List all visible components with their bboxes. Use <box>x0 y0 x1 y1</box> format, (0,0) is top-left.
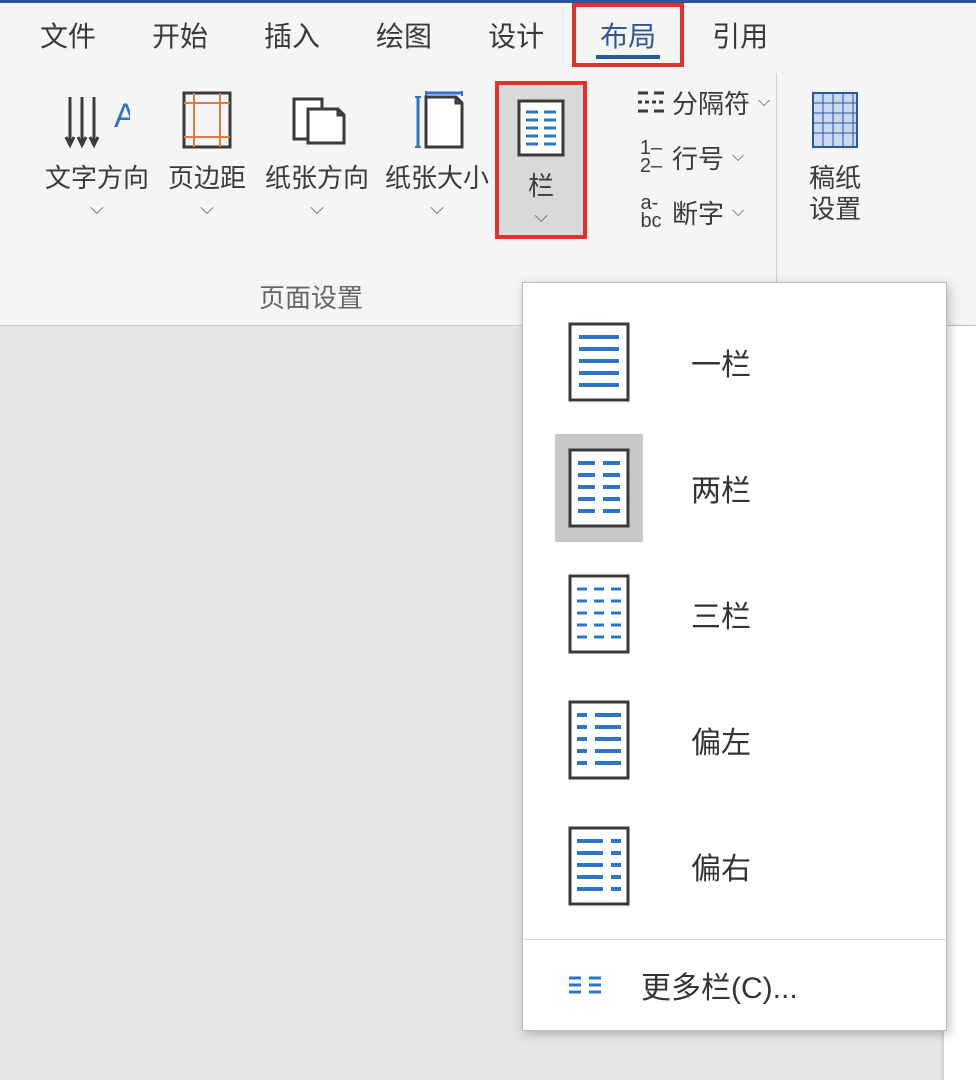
chevron-down-icon: ⌵ <box>200 198 214 219</box>
tab-insert[interactable]: 插入 <box>236 3 348 67</box>
hyphenation-icon: a-bc <box>630 194 672 230</box>
hyphenation-button[interactable]: a-bc 断字 ⌵ <box>630 187 770 237</box>
tab-references[interactable]: 引用 <box>684 3 796 67</box>
chevron-down-icon: ⌵ <box>758 93 770 111</box>
line-numbers-icon: 1–2– <box>630 139 672 175</box>
columns-label: 栏 <box>528 171 554 202</box>
tab-design[interactable]: 设计 <box>460 3 572 67</box>
columns-option-right[interactable]: 偏右 <box>523 803 946 929</box>
columns-option-three[interactable]: 三栏 <box>523 551 946 677</box>
hyphenation-label: 断字 <box>672 194 724 231</box>
columns-dropdown: 一栏 两栏 <box>522 282 947 1031</box>
size-button[interactable]: 纸张大小 ⌵ <box>377 83 497 219</box>
columns-option-left[interactable]: 偏左 <box>523 677 946 803</box>
margins-icon <box>180 83 234 157</box>
tab-draw[interactable]: 绘图 <box>348 3 460 67</box>
margins-label: 页边距 <box>168 163 246 194</box>
columns-option-two[interactable]: 两栏 <box>523 425 946 551</box>
line-numbers-button[interactable]: 1–2– 行号 ⌵ <box>630 132 770 182</box>
more-columns-icon <box>567 973 603 997</box>
columns-one-icon <box>555 308 643 416</box>
document-page-edge <box>944 326 976 1080</box>
columns-right-icon <box>555 812 643 920</box>
breaks-icon <box>630 87 672 117</box>
columns-button[interactable]: 栏 ⌵ <box>497 83 585 237</box>
manuscript-paper-button[interactable]: 稿纸 设置 <box>795 83 875 225</box>
size-label: 纸张大小 <box>385 163 489 194</box>
columns-two-label: 两栏 <box>691 466 751 510</box>
text-direction-icon: A <box>64 83 130 157</box>
tab-home[interactable]: 开始 <box>124 3 236 67</box>
chevron-down-icon: ⌵ <box>732 148 744 166</box>
ribbon: 文件 开始 插入 绘图 设计 布局 引用 <box>0 0 976 326</box>
page-setup-small-stack: 分隔符 ⌵ 1–2– 行号 ⌵ a-bc 断字 ⌵ <box>622 67 776 237</box>
manuscript-paper-icon <box>809 83 861 157</box>
tab-file[interactable]: 文件 <box>12 3 124 67</box>
columns-left-icon <box>555 686 643 794</box>
text-direction-button[interactable]: A 文字方向 ⌵ <box>37 83 157 219</box>
columns-more-label: 更多栏(C)... <box>641 963 798 1007</box>
chevron-down-icon: ⌵ <box>310 198 324 219</box>
columns-two-icon <box>555 434 643 542</box>
svg-text:A: A <box>114 97 130 135</box>
columns-right-label: 偏右 <box>691 844 751 888</box>
columns-left-label: 偏左 <box>691 718 751 762</box>
columns-three-label: 三栏 <box>691 592 751 636</box>
breaks-label: 分隔符 <box>672 84 750 121</box>
orientation-button[interactable]: 纸张方向 ⌵ <box>257 83 377 219</box>
chevron-down-icon: ⌵ <box>90 198 104 219</box>
chevron-down-icon: ⌵ <box>430 198 444 219</box>
manuscript-paper-label: 稿纸 设置 <box>809 163 861 225</box>
columns-icon <box>516 91 566 165</box>
chevron-down-icon: ⌵ <box>732 203 744 221</box>
breaks-button[interactable]: 分隔符 ⌵ <box>630 77 770 127</box>
text-direction-label: 文字方向 <box>45 163 149 194</box>
chevron-down-icon: ⌵ <box>534 206 548 227</box>
columns-option-one[interactable]: 一栏 <box>523 299 946 425</box>
line-numbers-label: 行号 <box>672 139 724 176</box>
ribbon-tabs: 文件 开始 插入 绘图 设计 布局 引用 <box>0 3 976 67</box>
columns-one-label: 一栏 <box>691 340 751 384</box>
columns-more-option[interactable]: 更多栏(C)... <box>523 940 946 1030</box>
orientation-label: 纸张方向 <box>265 163 369 194</box>
tab-layout[interactable]: 布局 <box>572 3 684 67</box>
group-page-setup-items: A 文字方向 ⌵ <box>37 67 585 237</box>
columns-three-icon <box>555 560 643 668</box>
orientation-icon <box>288 83 346 157</box>
size-icon <box>406 83 468 157</box>
margins-button[interactable]: 页边距 ⌵ <box>157 83 257 219</box>
